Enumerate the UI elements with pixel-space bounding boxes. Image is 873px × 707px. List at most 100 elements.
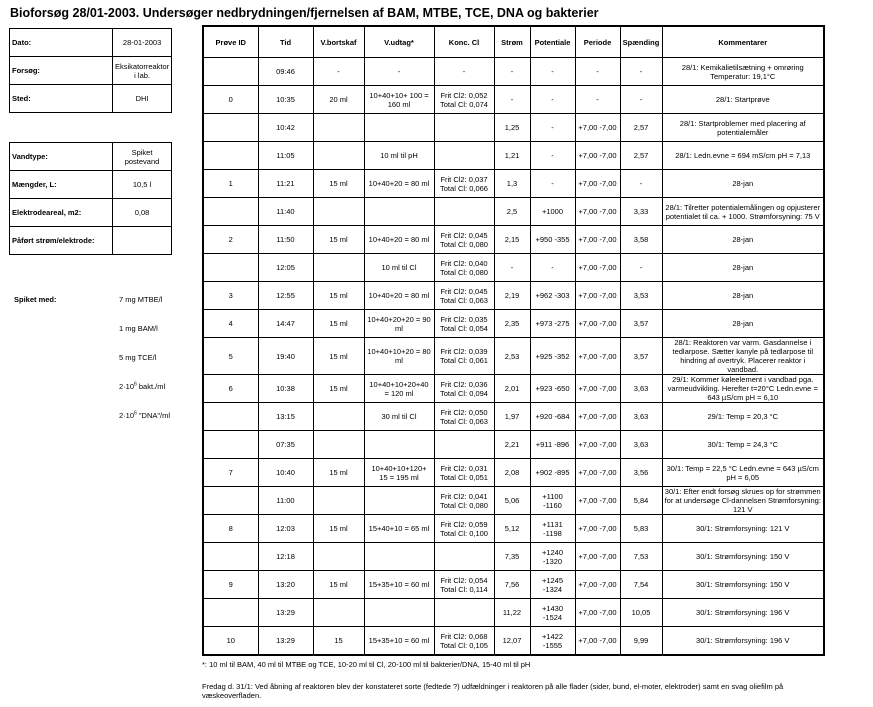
footnote-observation: Fredag d. 31/1: Ved åbning af reaktoren … xyxy=(202,682,784,700)
spike-item: 2·106 "DNA"/ml xyxy=(119,411,170,420)
info-row: Vandtype: Spiket postevand xyxy=(9,142,172,171)
info-table-general: Dato: 28-01-2003 Forsøg: Eksikatorreaktor i… xyxy=(9,28,173,113)
period-cell: +7,00 -7,00 xyxy=(574,598,621,627)
comment-cell: 28-jan xyxy=(661,253,825,282)
volume-taken-cell: 10+40+20 = 80 ml xyxy=(363,169,435,198)
potential-cell: +950 -355 xyxy=(529,225,576,254)
sample-id-cell: 6 xyxy=(202,374,259,403)
spike-item-text: 7 mg MTBE/l xyxy=(119,295,163,304)
info-value: DHI xyxy=(111,84,173,113)
volume-discarded-cell xyxy=(312,402,365,431)
potential-cell: - xyxy=(529,141,576,170)
current-cell: 1,3 xyxy=(493,169,531,198)
volume-taken-cell xyxy=(363,542,435,571)
potential-cell: +1422 -1555 xyxy=(529,626,576,656)
time-cell: 09:46 xyxy=(257,57,314,86)
table-row: 09:46- - - - - - -28/1: Kemikalietilsætning + … xyxy=(202,57,825,86)
volume-discarded-cell: 15 ml xyxy=(312,169,365,198)
period-cell: +7,00 -7,00 xyxy=(574,570,621,599)
chlorine-conc-cell: Frit Cl2: 0,068 Total Cl: 0,105 xyxy=(433,626,495,656)
time-cell: 12:18 xyxy=(257,542,314,571)
comment-cell: 30/1: Temp = 22,5 °C Ledn.evne = 643 µS/… xyxy=(661,458,825,487)
voltage-cell: - xyxy=(619,85,663,114)
sample-id-cell xyxy=(202,253,259,282)
time-cell: 11:50 xyxy=(257,225,314,254)
spike-item-text: 2·10 xyxy=(119,382,135,391)
volume-discarded-cell xyxy=(312,542,365,571)
chlorine-conc-cell xyxy=(433,542,495,571)
table-row: 5 19:40 15 ml 10+40+10+20 = 80 ml Frit Cl2: … xyxy=(202,337,825,375)
comment-cell: 30/1: Strømforsyning: 121 V xyxy=(661,514,825,543)
time-cell: 11:40 xyxy=(257,197,314,226)
volume-discarded-cell: 15 ml xyxy=(312,374,365,403)
volume-discarded-cell xyxy=(312,113,365,142)
volume-discarded-cell: 15 ml xyxy=(312,514,365,543)
period-cell: +7,00 -7,00 xyxy=(574,542,621,571)
comment-cell: 28-jan xyxy=(661,309,825,338)
spike-item-unit: bakt./ml xyxy=(136,382,166,391)
volume-taken-cell: 15+40+10 = 65 ml xyxy=(363,514,435,543)
spike-item: 1 mg BAM/l xyxy=(119,324,158,333)
potential-cell: +1131 -1198 xyxy=(529,514,576,543)
period-cell: - xyxy=(574,85,621,114)
comment-cell: 28-jan xyxy=(661,169,825,198)
volume-taken-cell: 10+40+20+20 = 90 ml xyxy=(363,309,435,338)
volume-taken-cell xyxy=(363,598,435,627)
chlorine-conc-cell: Frit Cl2: 0,054 Total Cl: 0,114 xyxy=(433,570,495,599)
volume-discarded-cell xyxy=(312,430,365,459)
voltage-cell: 2,57 xyxy=(619,113,663,142)
volume-taken-cell: 15+35+10 = 60 ml xyxy=(363,626,435,656)
sample-id-cell xyxy=(202,542,259,571)
volume-discarded-cell xyxy=(312,253,365,282)
current-cell: 7,35 xyxy=(493,542,531,571)
volume-taken-cell xyxy=(363,430,435,459)
period-cell: +7,00 -7,00 xyxy=(574,486,621,515)
info-label: Elektrodeareal, m2: xyxy=(9,198,113,227)
current-cell: 2,01 xyxy=(493,374,531,403)
period-cell: +7,00 -7,00 xyxy=(574,281,621,310)
chlorine-conc-cell: Frit Cl2: 0,059 Total Cl: 0,100 xyxy=(433,514,495,543)
spike-item-text: 2·10 xyxy=(119,411,135,420)
voltage-cell: 3,63 xyxy=(619,430,663,459)
time-cell: 12:05 xyxy=(257,253,314,282)
sample-id-cell: 4 xyxy=(202,309,259,338)
current-cell: 12,07 xyxy=(493,626,531,656)
column-header: V.bortskaf xyxy=(312,25,365,58)
sample-id-cell: 1 xyxy=(202,169,259,198)
current-cell: 7,56 xyxy=(493,570,531,599)
volume-discarded-cell: 20 ml xyxy=(312,85,365,114)
sample-id-cell xyxy=(202,486,259,515)
info-table-water: Vandtype: Spiket postevand Mængder, L: 10,5… xyxy=(9,142,172,255)
voltage-cell: 3,63 xyxy=(619,402,663,431)
table-row: 2 11:50 15 ml 10+40+20 = 80 ml Frit Cl2: 0,0… xyxy=(202,225,825,254)
measurement-table: Prøve ID Tid V.bortskaf V.udtag* Konc. Cl Str… xyxy=(202,25,825,656)
comment-cell: 28-jan xyxy=(661,225,825,254)
time-cell: 11:21 xyxy=(257,169,314,198)
info-label: Mængder, L: xyxy=(9,170,113,199)
volume-taken-cell: 15+35+10 = 60 ml xyxy=(363,570,435,599)
info-row: Elektrodeareal, m2: 0,08 xyxy=(9,198,172,227)
potential-cell: - xyxy=(529,253,576,282)
column-header: Periode xyxy=(574,25,621,58)
sample-id-cell xyxy=(202,113,259,142)
potential-cell: +923 -650 xyxy=(529,374,576,403)
info-value: 0,08 xyxy=(112,198,172,227)
sample-id-cell xyxy=(202,430,259,459)
table-row: 0 10:35 20 ml 10+40+10+ 100 = 160 ml Frit Cl… xyxy=(202,85,825,114)
voltage-cell: - xyxy=(619,57,663,86)
volume-taken-cell: - xyxy=(363,57,435,86)
sample-id-cell xyxy=(202,141,259,170)
table-row: 4 14:47 15 ml 10+40+20+20 = 90 ml Frit Cl2: … xyxy=(202,309,825,338)
footnote-sampling: *: 10 ml til BAM, 40 ml til MTBE og TCE,… xyxy=(202,660,531,669)
period-cell: +7,00 -7,00 xyxy=(574,197,621,226)
spike-item-text: 5 mg TCE/l xyxy=(119,353,157,362)
comment-cell: 29/1: Temp = 20,3 °C xyxy=(661,402,825,431)
time-cell: 13:29 xyxy=(257,598,314,627)
info-value: Spiket postevand xyxy=(112,142,172,171)
time-cell: 14:47 xyxy=(257,309,314,338)
current-cell: 1,97 xyxy=(493,402,531,431)
table-row: 11:05 10 ml til pH 1,21- +7,00 -7,00 2,57 28/… xyxy=(202,141,825,170)
period-cell: +7,00 -7,00 xyxy=(574,113,621,142)
period-cell: +7,00 -7,00 xyxy=(574,309,621,338)
chlorine-conc-cell: - xyxy=(433,57,495,86)
